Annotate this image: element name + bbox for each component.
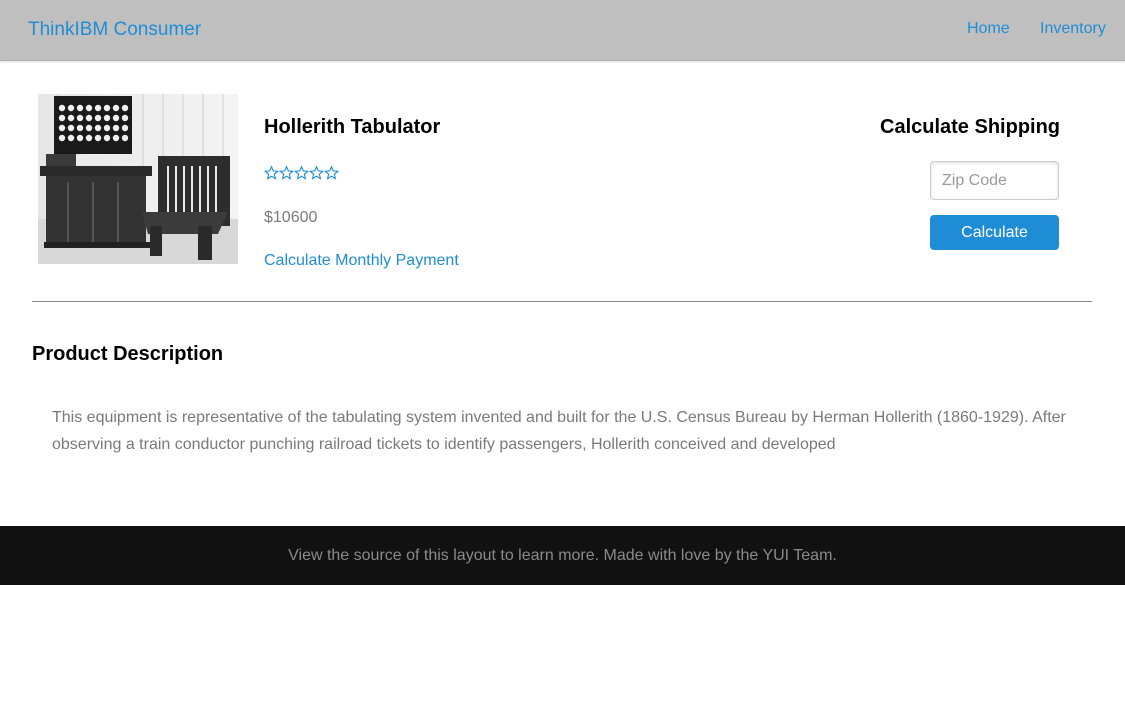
star-outline-icon[interactable] (309, 165, 324, 181)
footer-text: View the source of this layout to learn … (288, 546, 837, 564)
product-price: $10600 (264, 209, 318, 226)
shipping-title: Calculate Shipping (880, 116, 1061, 138)
star-outline-icon[interactable] (279, 165, 294, 181)
brand-link[interactable]: ThinkIBM Consumer (28, 19, 201, 41)
product-title: Hollerith Tabulator (264, 116, 441, 138)
section-divider (32, 301, 1092, 302)
zip-code-input[interactable] (930, 161, 1059, 200)
star-outline-icon[interactable] (294, 165, 309, 181)
nav-home-link[interactable]: Home (967, 20, 1010, 38)
footer: View the source of this layout to learn … (0, 526, 1125, 585)
product-description-title: Product Description (32, 343, 224, 365)
product-description-text: This equipment is representative of the … (52, 409, 1066, 453)
nav-inventory-link[interactable]: Inventory (1040, 20, 1106, 38)
star-outline-icon[interactable] (324, 165, 339, 181)
calculate-button[interactable]: Calculate (930, 215, 1059, 250)
star-rating[interactable] (264, 165, 339, 181)
product-image (38, 94, 238, 264)
top-navbar: ThinkIBM Consumer Home Inventory (0, 0, 1125, 61)
calculate-monthly-payment-link[interactable]: Calculate Monthly Payment (264, 252, 459, 270)
star-outline-icon[interactable] (264, 165, 279, 181)
